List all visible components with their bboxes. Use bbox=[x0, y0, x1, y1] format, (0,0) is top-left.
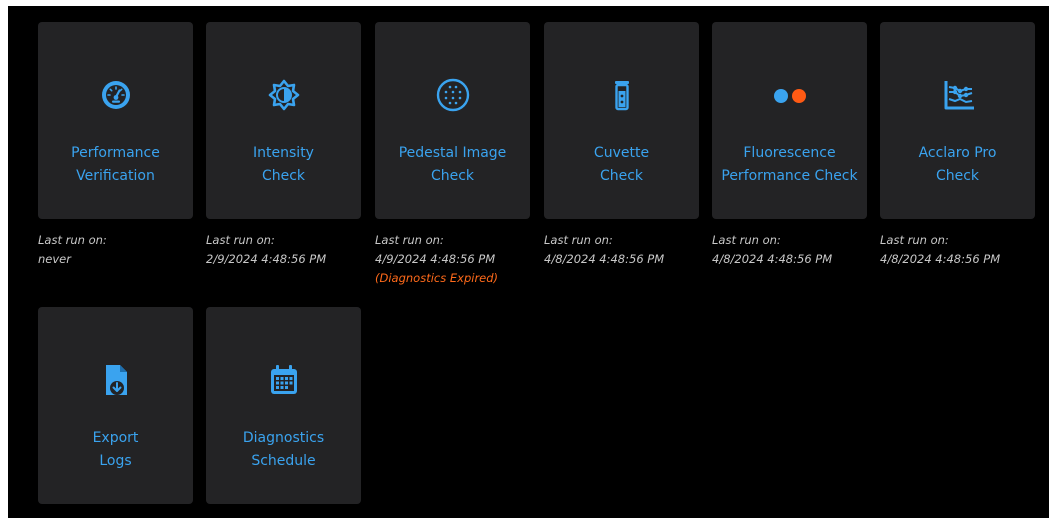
gauge-icon bbox=[101, 81, 130, 109]
last-run-label: Last run on: bbox=[880, 233, 949, 247]
brightness-icon bbox=[268, 79, 299, 111]
last-run-info: Last run on: 2/9/2024 4:48:56 PM bbox=[206, 231, 376, 269]
last-run-value: 4/8/2024 4:48:56 PM bbox=[544, 252, 665, 266]
fluorescence-dots-icon bbox=[773, 89, 806, 103]
last-run-info: Last run on: 4/8/2024 4:48:56 PM bbox=[712, 231, 882, 269]
tile-acclaro-pro-check[interactable]: Acclaro Pro Check bbox=[880, 22, 1035, 219]
tile-label: Pedestal Image Check bbox=[398, 145, 507, 184]
tile-performance-verification[interactable]: Performance Verification bbox=[38, 22, 193, 219]
last-run-value: 4/9/2024 4:48:56 PM bbox=[375, 252, 496, 266]
last-run-value: never bbox=[38, 252, 71, 266]
tile-diagnostics-schedule[interactable]: Diagnostics Schedule bbox=[206, 307, 361, 504]
last-run-label: Last run on: bbox=[712, 233, 781, 247]
last-run-label: Last run on: bbox=[38, 233, 107, 247]
tile-label: Diagnostics Schedule bbox=[242, 430, 325, 469]
pedestal-dots-icon bbox=[436, 78, 469, 112]
tile-label: Cuvette Check bbox=[593, 145, 650, 184]
last-run-label: Last run on: bbox=[544, 233, 613, 247]
cuvette-icon bbox=[614, 81, 629, 111]
last-run-label: Last run on: bbox=[375, 233, 444, 247]
last-run-info: Last run on: 4/9/2024 4:48:56 PM (Diagno… bbox=[375, 231, 545, 288]
tile-label: Intensity Check bbox=[253, 145, 314, 184]
last-run-info: Last run on: 4/8/2024 4:48:56 PM bbox=[880, 231, 1050, 269]
tile-label: Performance Verification bbox=[71, 145, 160, 184]
tile-label: Export Logs bbox=[92, 430, 139, 469]
diagnostics-panel: Performance Verification Intensity Check… bbox=[8, 6, 1049, 518]
tile-label: Fluorescence Performance Check bbox=[721, 145, 858, 184]
tile-cuvette-check[interactable]: Cuvette Check bbox=[544, 22, 699, 219]
last-run-label: Last run on: bbox=[206, 233, 275, 247]
diagnostics-expired-status: (Diagnostics Expired) bbox=[375, 271, 499, 285]
last-run-value: 4/8/2024 4:48:56 PM bbox=[712, 252, 833, 266]
last-run-info: Last run on: 4/8/2024 4:48:56 PM bbox=[544, 231, 714, 269]
last-run-info: Last run on: never bbox=[38, 231, 208, 269]
line-chart-icon bbox=[944, 81, 974, 110]
calendar-icon bbox=[270, 365, 297, 394]
export-file-icon bbox=[105, 365, 127, 395]
last-run-value: 4/8/2024 4:48:56 PM bbox=[880, 252, 1001, 266]
tile-export-logs[interactable]: Export Logs bbox=[38, 307, 193, 504]
last-run-value: 2/9/2024 4:48:56 PM bbox=[206, 252, 327, 266]
tile-fluorescence-performance-check[interactable]: Fluorescence Performance Check bbox=[712, 22, 867, 219]
tile-intensity-check[interactable]: Intensity Check bbox=[206, 22, 361, 219]
tile-label: Acclaro Pro Check bbox=[918, 145, 997, 184]
tile-pedestal-image-check[interactable]: Pedestal Image Check bbox=[375, 22, 530, 219]
